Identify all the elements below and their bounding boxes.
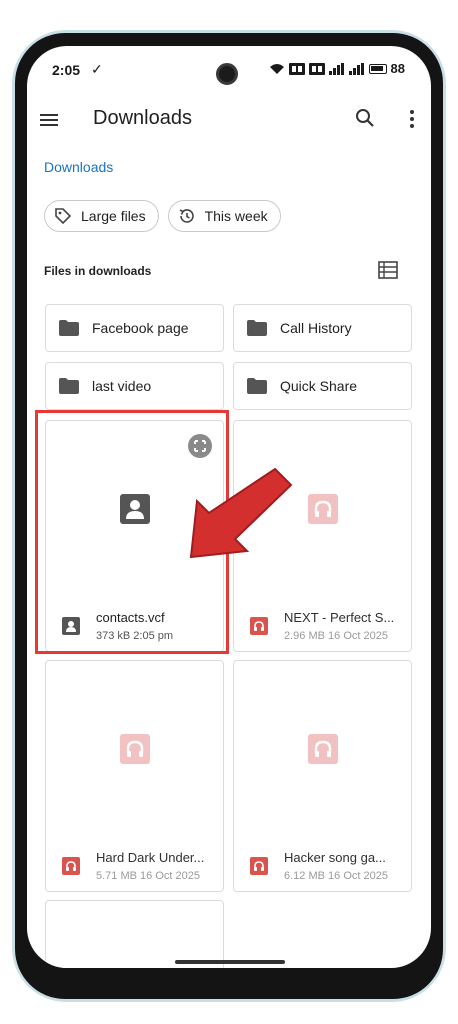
volte-icon xyxy=(288,62,305,75)
folder-name: last video xyxy=(92,378,152,394)
hamburger-menu-icon[interactable] xyxy=(37,108,61,132)
audio-icon xyxy=(308,494,338,524)
chip-label: Large files xyxy=(81,208,146,224)
front-camera xyxy=(216,63,238,85)
wifi-icon xyxy=(269,63,284,74)
list-view-icon[interactable] xyxy=(377,260,399,280)
status-icons: 88 xyxy=(269,61,405,76)
chip-large-files[interactable]: Large files xyxy=(44,200,159,232)
file-name: NEXT - Perfect S... xyxy=(284,610,395,625)
file-card[interactable] xyxy=(45,900,224,968)
arrow-annotation xyxy=(189,467,293,559)
audio-icon xyxy=(250,617,268,635)
more-vert-icon[interactable] xyxy=(400,107,424,131)
audio-icon xyxy=(62,857,80,875)
file-name: Hacker song ga... xyxy=(284,850,386,865)
signal-icon xyxy=(328,62,344,75)
home-indicator[interactable] xyxy=(175,960,285,964)
folder-item[interactable]: Quick Share xyxy=(233,362,412,410)
file-meta: 5.71 MB 16 Oct 2025 xyxy=(96,870,200,882)
folder-item[interactable]: Facebook page xyxy=(45,304,224,352)
search-icon[interactable] xyxy=(353,106,377,130)
battery-icon xyxy=(368,63,387,74)
status-check: ✓ xyxy=(91,61,103,77)
screen: 2:05 ✓ 88 Downloads Downloads Large file… xyxy=(27,46,431,968)
filter-chips: Large files This week xyxy=(44,200,281,232)
breadcrumb[interactable]: Downloads xyxy=(44,159,113,175)
file-meta: 2.96 MB 16 Oct 2025 xyxy=(284,630,388,642)
file-meta: 6.12 MB 16 Oct 2025 xyxy=(284,870,388,882)
folder-name: Facebook page xyxy=(92,320,189,336)
page-title: Downloads xyxy=(93,107,192,129)
app-bar: Downloads xyxy=(27,98,431,142)
folder-icon xyxy=(59,320,79,336)
folder-name: Call History xyxy=(280,320,352,336)
tag-icon xyxy=(55,208,72,225)
chip-label: This week xyxy=(204,208,268,224)
folder-icon xyxy=(247,320,267,336)
folder-icon xyxy=(59,378,79,394)
history-icon xyxy=(179,209,194,223)
audio-icon xyxy=(250,857,268,875)
audio-icon xyxy=(308,734,338,764)
battery-level: 88 xyxy=(390,61,405,76)
signal-icon-2 xyxy=(348,62,364,75)
folder-name: Quick Share xyxy=(280,378,358,394)
file-name: Hard Dark Under... xyxy=(96,850,205,865)
status-time: 2:05 xyxy=(52,62,81,78)
volte-icon-2 xyxy=(308,62,325,75)
folder-icon xyxy=(247,378,267,394)
file-card[interactable]: Hacker song ga... 6.12 MB 16 Oct 2025 xyxy=(233,660,412,892)
audio-icon xyxy=(120,734,150,764)
file-card[interactable]: Hard Dark Under... 5.71 MB 16 Oct 2025 xyxy=(45,660,224,892)
chip-this-week[interactable]: This week xyxy=(167,200,281,232)
folder-item[interactable]: Call History xyxy=(233,304,412,352)
folder-item[interactable]: last video xyxy=(45,362,224,410)
section-label: Files in downloads xyxy=(44,264,152,278)
status-bar: 2:05 ✓ 88 xyxy=(27,46,431,92)
